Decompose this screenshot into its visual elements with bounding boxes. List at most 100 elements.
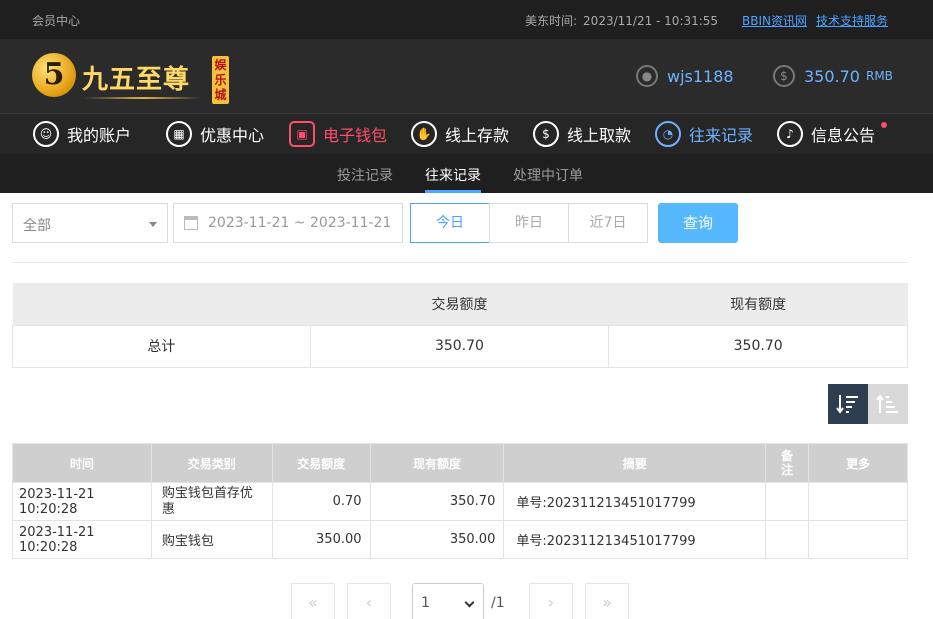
header-summary: 摘要 (503, 443, 767, 483)
summary-balance-total: 350.70 (608, 324, 908, 368)
cell-balance: 350.00 (369, 520, 505, 559)
logo[interactable]: 5 九五至尊 娱乐城 (32, 47, 232, 105)
type-select-value: 全部 (23, 218, 51, 234)
cell-more[interactable] (808, 482, 908, 521)
main-nav: ☺ 我的账户 ▦ 优惠中心 ▣ 电子钱包 ✋ 线上存款 $ 线上取款 ◔ 往来记… (0, 113, 933, 154)
today-button[interactable]: 今日 (410, 203, 490, 243)
tech-support-link[interactable]: 技术支持服务 (816, 12, 888, 29)
wallet-icon: ▣ (289, 121, 315, 147)
gift-icon: ▦ (166, 121, 192, 147)
summary-transaction-total: 350.70 (309, 324, 610, 368)
logo-emblem: 5 (32, 53, 76, 97)
cell-amount: 0.70 (271, 482, 371, 521)
logo-tag: 娱乐城 (212, 56, 229, 104)
nav-label: 电子钱包 (323, 126, 388, 145)
summary-header-cell: 交易额度 (310, 283, 609, 325)
cell-balance: 350.70 (369, 482, 505, 521)
cell-note (765, 482, 810, 521)
member-center-label: 会员中心 (32, 14, 81, 28)
bell-icon: ♪ (777, 121, 803, 147)
nav-online-deposit[interactable]: ✋ 线上存款 (411, 120, 509, 148)
chevron-down-icon (464, 597, 475, 608)
nav-label: 信息公告 (811, 126, 876, 145)
last-page-button[interactable]: » (585, 583, 629, 619)
sort-descending-icon (836, 395, 858, 414)
dollar-icon: $ (773, 65, 795, 87)
prev-page-button[interactable]: ‹ (347, 583, 391, 619)
cell-summary: 单号:202311213451017799 (503, 482, 767, 521)
page-select[interactable]: 1 (412, 583, 484, 619)
yesterday-button[interactable]: 昨日 (489, 203, 569, 243)
nav-label: 优惠中心 (200, 126, 265, 145)
tab-pending-orders[interactable]: 处理中订单 (513, 165, 583, 185)
logo-text: 九五至尊 (82, 65, 191, 95)
first-page-button[interactable]: « (291, 583, 335, 619)
tab-transaction-records[interactable]: 往来记录 (425, 165, 481, 193)
header-balance: 现有额度 (369, 443, 505, 483)
summary-total-row: 总计 350.70 350.70 (12, 324, 908, 368)
records-header-row: 时间 交易类别 交易额度 现有额度 摘要 备注 更多 (12, 443, 908, 483)
server-time: 美东时间: 2023/11/21 - 10:31:55 (525, 12, 718, 29)
user-info: ● wjs1188 (636, 63, 734, 89)
header-category: 交易类别 (150, 443, 273, 483)
calendar-icon (184, 216, 198, 230)
records-table: 时间 交易类别 交易额度 现有额度 摘要 备注 更多 2023-11-21 10… (12, 443, 908, 559)
search-button[interactable]: 查询 (658, 203, 738, 243)
cell-summary: 单号:202311213451017799 (503, 520, 767, 559)
notification-dot (881, 122, 887, 128)
last-7-days-button[interactable]: 近7日 (568, 203, 648, 243)
table-row: 2023-11-21 10:20:28 购宝钱包 350.00 350.00 单… (12, 520, 908, 559)
nav-my-account[interactable]: ☺ 我的账户 (33, 120, 131, 148)
sub-nav: 投注记录 往来记录 处理中订单 (0, 154, 933, 193)
summary-header-cell: 现有额度 (608, 283, 908, 325)
cell-note (765, 520, 810, 559)
header-more: 更多 (808, 443, 908, 483)
summary-header-row: 交易额度 现有额度 (12, 283, 908, 325)
header-note: 备注 (765, 443, 810, 483)
summary-table: 交易额度 现有额度 总计 350.70 350.70 (12, 283, 908, 368)
cell-time: 2023-11-21 10:20:28 (12, 520, 152, 559)
nav-label: 线上存款 (445, 126, 510, 145)
currency-label: RMB (865, 69, 893, 83)
next-page-button[interactable]: › (529, 583, 573, 619)
table-row: 2023-11-21 10:20:28 购宝钱包首存优惠 0.70 350.70… (12, 482, 908, 521)
summary-total-label: 总计 (12, 324, 311, 368)
user-icon: ● (636, 65, 658, 87)
cell-category: 购宝钱包首存优惠 (150, 482, 273, 521)
caret-down-icon (149, 222, 157, 227)
nav-transaction-records[interactable]: ◔ 往来记录 (655, 120, 753, 148)
nav-label: 线上取款 (567, 126, 632, 145)
bbin-news-link[interactable]: BBIN资讯网 (742, 12, 807, 29)
cell-amount: 350.00 (271, 520, 371, 559)
records-icon: ◔ (655, 121, 681, 147)
user-icon: ☺ (33, 121, 59, 147)
sort-ascending-icon (876, 394, 898, 413)
header: 5 九五至尊 娱乐城 ● wjs1188 $ 350.70 RMB (0, 39, 933, 113)
sort-ascending-button[interactable] (868, 384, 908, 424)
divider (12, 262, 908, 263)
date-range-input[interactable]: 2023-11-21 ~ 2023-11-21 (173, 203, 403, 243)
balance-info: $ 350.70 RMB (773, 63, 893, 89)
nav-online-withdraw[interactable]: $ 线上取款 (533, 120, 631, 148)
cell-time: 2023-11-21 10:20:28 (12, 482, 152, 521)
page-total: /1 (491, 595, 505, 611)
cell-more[interactable] (808, 520, 908, 559)
header-amount: 交易额度 (271, 443, 371, 483)
top-bar: 会员中心 美东时间: 2023/11/21 - 10:31:55 BBIN资讯网 … (0, 0, 933, 39)
nav-e-wallet[interactable]: ▣ 电子钱包 (289, 120, 387, 148)
nav-promotions[interactable]: ▦ 优惠中心 (166, 120, 264, 148)
summary-header-cell (12, 283, 311, 325)
balance-value: 350.70 (804, 66, 860, 86)
sort-descending-button[interactable] (828, 384, 868, 424)
withdraw-icon: $ (533, 121, 559, 147)
tab-bet-records[interactable]: 投注记录 (337, 165, 393, 185)
header-time: 时间 (12, 443, 152, 483)
time-label: 美东时间: (525, 14, 578, 28)
page-select-value: 1 (421, 595, 430, 611)
nav-announcements[interactable]: ♪ 信息公告 (777, 120, 875, 148)
nav-label: 我的账户 (67, 126, 132, 145)
username: wjs1188 (667, 66, 734, 86)
logo-ornament (84, 97, 202, 99)
type-select[interactable]: 全部 (12, 203, 168, 243)
cell-category: 购宝钱包 (150, 520, 273, 559)
